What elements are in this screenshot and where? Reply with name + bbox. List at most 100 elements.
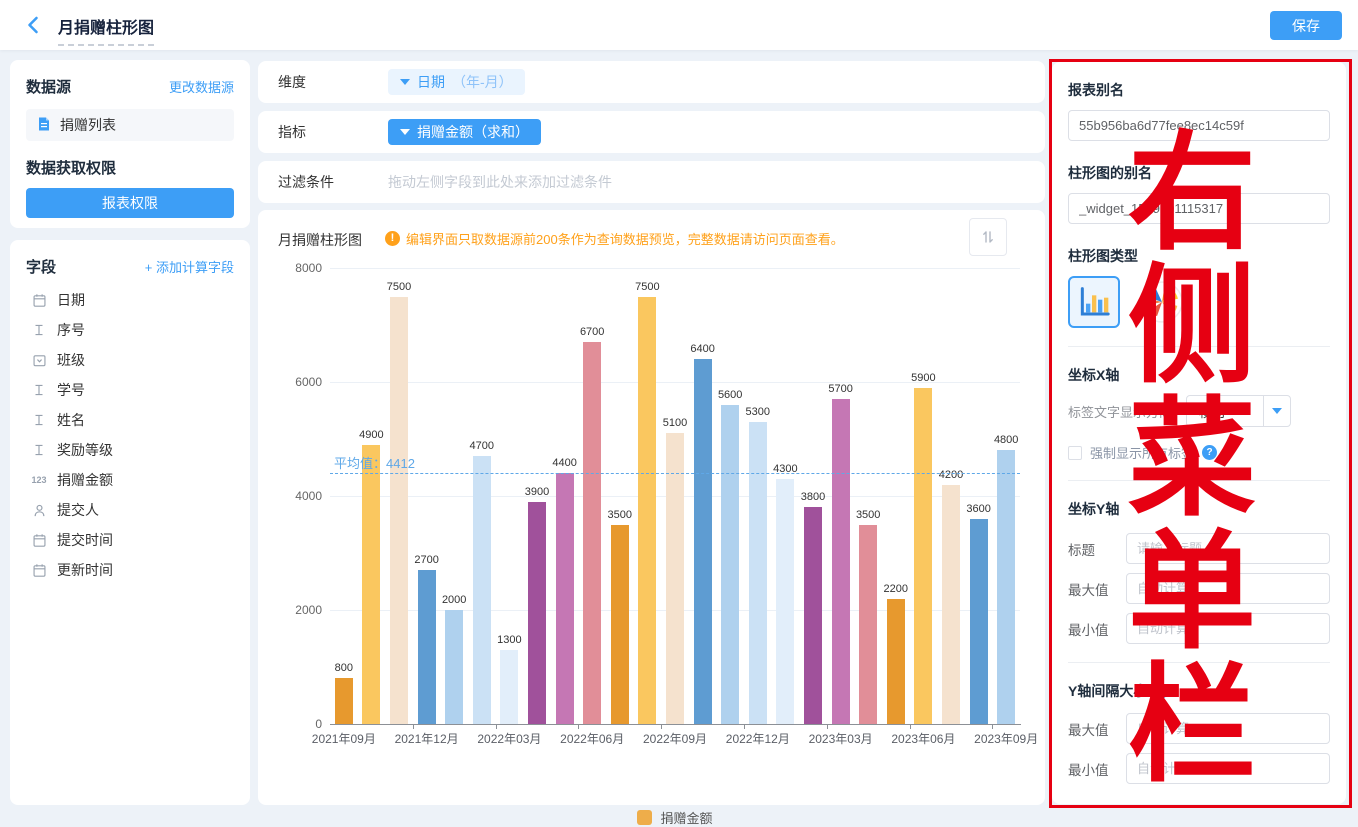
report-alias-label: 报表别名: [1068, 80, 1330, 100]
report-alias-input[interactable]: [1068, 110, 1330, 141]
report-permission-button[interactable]: 报表权限: [26, 188, 234, 218]
show-all-labels-checkbox[interactable]: [1068, 446, 1082, 460]
field-item[interactable]: 奖励等级: [26, 435, 234, 465]
bar: [859, 525, 877, 725]
field-item[interactable]: 学号: [26, 375, 234, 405]
interval-section-title: Y轴间隔大小: [1068, 681, 1147, 701]
filter-placeholder: 拖动左侧字段到此处来添加过滤条件: [388, 172, 612, 192]
bar-value-label: 3900: [517, 486, 557, 498]
gridline: [330, 268, 1020, 269]
metric-tag[interactable]: 捐赠金额（求和）: [388, 119, 541, 145]
bar-value-label: 4200: [931, 469, 971, 481]
xaxis-section-title: 坐标X轴: [1068, 365, 1330, 385]
legend-label: 捐赠金额: [660, 808, 712, 827]
bar-value-label: 7500: [627, 281, 667, 293]
bar: [611, 525, 629, 725]
text-icon: [30, 382, 48, 398]
fields-list: 日期序号班级学号姓名奖励等级 123 捐赠金额提交人提交时间更新时间: [26, 285, 234, 585]
yaxis-row: 最小值: [1068, 613, 1330, 644]
change-datasource-link[interactable]: 更改数据源: [169, 77, 234, 96]
number-icon: 123: [30, 472, 48, 488]
sort-button[interactable]: [969, 218, 1007, 256]
bar-value-label: 5100: [655, 417, 695, 429]
x-axis-tick: [496, 724, 497, 729]
datasource-item[interactable]: 捐赠列表: [26, 109, 234, 141]
bar: [528, 502, 546, 724]
bar: [832, 399, 850, 724]
widget-alias-label: 柱形图的别名: [1068, 163, 1330, 183]
field-label: 学号: [57, 380, 85, 400]
field-item[interactable]: 123 捐赠金额: [26, 465, 234, 495]
field-label: 捐赠金额: [57, 470, 113, 490]
yaxis-input[interactable]: [1126, 613, 1330, 644]
dimension-label: 维度: [278, 72, 388, 92]
fields-card: 字段 + 添加计算字段 日期序号班级学号姓名奖励等级 123 捐赠金额提交人提交时间…: [10, 240, 250, 805]
field-label: 更新时间: [57, 560, 113, 580]
legend-item[interactable]: 捐赠金额: [637, 808, 712, 827]
interval-input[interactable]: [1126, 753, 1330, 784]
add-calc-field-link[interactable]: + 添加计算字段: [145, 257, 234, 276]
bar: [473, 456, 491, 724]
x-axis-tick-label: 2023年06月: [891, 730, 955, 747]
bar: [749, 422, 767, 724]
bar: [418, 570, 436, 724]
bar-value-label: 1300: [489, 634, 529, 646]
x-axis-tick: [992, 724, 993, 729]
datasource-card: 数据源 更改数据源 捐赠列表 数据获取权限 报表权限: [10, 60, 250, 228]
y-axis-tick-label: 2000: [262, 603, 322, 617]
field-item[interactable]: 班级: [26, 345, 234, 375]
top-bar: 月捐赠柱形图 保存: [0, 0, 1358, 50]
bar-value-label: 2000: [434, 594, 474, 606]
bar-value-label: 6400: [683, 343, 723, 355]
bar: [362, 445, 380, 724]
yaxis-input[interactable]: [1126, 533, 1330, 564]
x-axis-tick-label: 2023年03月: [809, 730, 873, 747]
help-icon[interactable]: ?: [1153, 684, 1168, 699]
field-label: 姓名: [57, 410, 85, 430]
field-item[interactable]: 更新时间: [26, 555, 234, 585]
pie-chart-icon: [1139, 279, 1185, 325]
save-button[interactable]: 保存: [1270, 11, 1342, 40]
field-item[interactable]: 日期: [26, 285, 234, 315]
dimension-tag[interactable]: 日期（年-月）: [388, 69, 525, 95]
bar-chart-icon: [1074, 282, 1114, 322]
bar-value-label: 800: [324, 662, 364, 674]
back-icon[interactable]: [22, 13, 46, 37]
field-label: 日期: [57, 290, 85, 310]
x-axis-tick: [910, 724, 911, 729]
bar-value-label: 3800: [793, 491, 833, 503]
bar-chart-type-option[interactable]: [1068, 276, 1120, 328]
bar-value-label: 6700: [572, 326, 612, 338]
pie-chart-type-option[interactable]: [1136, 276, 1188, 328]
average-line: [330, 473, 1020, 474]
yaxis-input[interactable]: [1126, 573, 1330, 604]
xaxis-direction-select[interactable]: 横向: [1186, 395, 1291, 427]
bar-value-label: 4800: [986, 434, 1026, 446]
yaxis-label: 最大值: [1068, 579, 1126, 599]
field-item[interactable]: 序号: [26, 315, 234, 345]
yaxis-section-title: 坐标Y轴: [1068, 499, 1330, 519]
notice: ! 编辑界面只取数据源前200条作为查询数据预览，完整数据请访问页面查看。: [385, 229, 844, 248]
interval-input[interactable]: [1126, 713, 1330, 744]
fields-title: 字段: [26, 256, 56, 277]
field-item[interactable]: 提交人: [26, 495, 234, 525]
field-label: 序号: [57, 320, 85, 340]
bar: [970, 519, 988, 724]
widget-alias-input[interactable]: [1068, 193, 1330, 224]
bar: [335, 678, 353, 724]
xaxis-direction-label: 标签文字显示方向: [1068, 402, 1186, 421]
x-axis-tick-label: 2022年09月: [643, 730, 707, 747]
field-item[interactable]: 姓名: [26, 405, 234, 435]
field-item[interactable]: 提交时间: [26, 525, 234, 555]
select-icon: [30, 352, 48, 368]
y-axis-tick-label: 8000: [262, 261, 322, 275]
bar-value-label: 4900: [351, 429, 391, 441]
filter-row[interactable]: 过滤条件 拖动左侧字段到此处来添加过滤条件: [258, 161, 1045, 203]
x-axis-tick-label: 2022年12月: [726, 730, 790, 747]
metric-row: 指标 捐赠金额（求和）: [258, 111, 1045, 153]
bar: [887, 599, 905, 724]
help-icon[interactable]: ?: [1202, 445, 1217, 460]
x-axis-tick-label: 2021年09月: [312, 730, 376, 747]
x-axis-tick-label: 2023年09月: [974, 730, 1038, 747]
x-axis-tick: [744, 724, 745, 729]
